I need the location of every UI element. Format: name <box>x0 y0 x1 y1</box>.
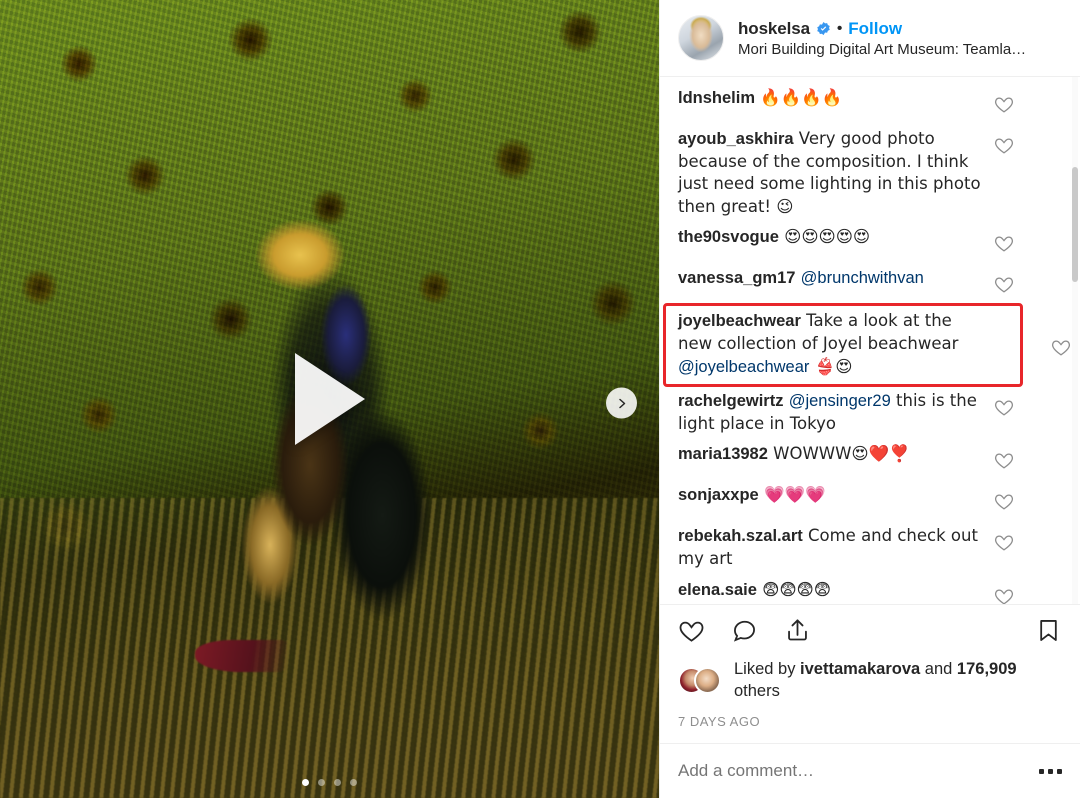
share-icon[interactable] <box>784 617 811 649</box>
comment-text: ayoub_askhira Very good photo because of… <box>678 128 993 218</box>
post-header: hoskelsa • Follow Mori Building Digital … <box>660 0 1080 76</box>
comment-text: rachelgewirtz @jensinger29 this is the l… <box>678 390 993 435</box>
likes-prefix: Liked by <box>734 660 801 679</box>
comment-username[interactable]: joyelbeachwear <box>678 312 801 330</box>
comment-body: 💗💗💗 <box>758 485 826 505</box>
comment-like-heart-icon[interactable] <box>993 93 1017 120</box>
comment-row[interactable]: elena.saie 😨😨😨😨 <box>660 575 1080 605</box>
comment-username[interactable]: ldnshelim <box>678 89 755 107</box>
comment-username[interactable]: the90svogue <box>678 228 779 246</box>
post-username[interactable]: hoskelsa <box>738 19 810 39</box>
likes-text: Liked by ivettamakarova and 176,909 othe… <box>734 659 1062 702</box>
instagram-post-page: hoskelsa • Follow Mori Building Digital … <box>0 0 1080 798</box>
add-comment-input[interactable] <box>678 761 1027 781</box>
comments-list[interactable]: ldnshelim 🔥🔥🔥🔥 ayoub_askhira Very good ph… <box>660 76 1080 605</box>
likes-count: 176,909 <box>956 660 1017 679</box>
comment-like-heart-icon[interactable] <box>993 273 1017 300</box>
post-header-line: hoskelsa • Follow <box>738 19 1026 39</box>
comment-like-heart-icon[interactable] <box>993 585 1017 605</box>
comment-like-heart-icon[interactable] <box>993 531 1017 558</box>
carousel-dot-4[interactable] <box>350 779 357 786</box>
post-actions: Liked by ivettamakarova and 176,909 othe… <box>660 604 1080 743</box>
likes-suffix: others <box>734 681 780 700</box>
post-side-panel: hoskelsa • Follow Mori Building Digital … <box>659 0 1080 798</box>
comment-like-heart-icon[interactable] <box>993 449 1017 476</box>
bookmark-icon[interactable] <box>1035 617 1062 649</box>
heart-icon[interactable] <box>678 617 705 649</box>
carousel-dot-1[interactable] <box>302 779 309 786</box>
comment-row[interactable]: maria13982 WOWWW😍❤️❣️ <box>660 439 1080 480</box>
comment-text: joyelbeachwear Take a look at the new co… <box>678 310 993 378</box>
comment-mention[interactable]: @joyelbeachwear <box>678 358 809 376</box>
comment-text: rebekah.szal.art Come and check out my a… <box>678 525 993 570</box>
comment-row[interactable]: sonjaxxpe 💗💗💗 <box>660 480 1080 521</box>
likes-middle: and <box>920 660 957 679</box>
follow-button[interactable]: Follow <box>848 19 902 39</box>
comment-text: maria13982 WOWWW😍❤️❣️ <box>678 443 993 466</box>
comment-text: elena.saie 😨😨😨😨 <box>678 579 993 602</box>
comment-mention[interactable]: @brunchwithvan <box>801 269 924 287</box>
comment-row[interactable]: rachelgewirtz @jensinger29 this is the l… <box>660 386 1080 439</box>
likes-row[interactable]: Liked by ivettamakarova and 176,909 othe… <box>678 649 1062 706</box>
comment-body: 🔥🔥🔥🔥 <box>755 88 843 107</box>
comment-text: sonjaxxpe 💗💗💗 <box>678 484 993 507</box>
action-icon-row <box>678 617 1062 649</box>
comment-row[interactable]: the90svogue 😍😍😍😍😍 <box>660 222 1080 263</box>
comment-row[interactable]: ayoub_askhira Very good photo because of… <box>660 124 1080 222</box>
comment-like-heart-icon[interactable] <box>993 490 1017 517</box>
comment-row[interactable]: vanessa_gm17 @brunchwithvan <box>660 263 1080 304</box>
add-comment-bar[interactable] <box>660 743 1080 798</box>
chevron-right-icon[interactable] <box>606 387 637 419</box>
header-separator: • <box>836 20 843 37</box>
liker-avatar-2 <box>694 666 721 694</box>
speech-bubble-icon[interactable] <box>731 617 758 649</box>
liker-username[interactable]: ivettamakarova <box>800 660 920 678</box>
comment-username[interactable]: elena.saie <box>678 581 757 599</box>
comment-username[interactable]: maria13982 <box>678 445 768 463</box>
comment-body: 😍😍😍😍😍 <box>778 227 871 247</box>
comment-trailing-text: 👙😍 <box>809 356 853 376</box>
comment-mention[interactable]: @jensinger29 <box>789 392 891 410</box>
comment-username[interactable]: ayoub_askhira <box>678 130 794 148</box>
liked-by-avatars <box>678 666 722 695</box>
comment-row[interactable]: ldnshelim 🔥🔥🔥🔥 <box>660 83 1080 124</box>
ellipsis-icon[interactable] <box>1027 768 1062 774</box>
carousel-dots <box>0 779 659 786</box>
comment-row[interactable]: rebekah.szal.art Come and check out my a… <box>660 521 1080 574</box>
comment-body: WOWWW😍❤️❣️ <box>767 444 910 464</box>
comment-username[interactable]: vanessa_gm17 <box>678 269 795 287</box>
play-icon[interactable] <box>294 353 365 445</box>
post-location[interactable]: Mori Building Digital Art Museum: Teamla… <box>738 41 1026 58</box>
comment-row-highlighted[interactable]: joyelbeachwear Take a look at the new co… <box>663 303 1071 388</box>
post-timestamp: 7 DAYS AGO <box>678 714 761 729</box>
comment-like-heart-icon[interactable] <box>993 232 1017 259</box>
artwork-figure <box>150 215 480 695</box>
comment-text: vanessa_gm17 @brunchwithvan <box>678 267 993 290</box>
verified-icon <box>816 21 831 36</box>
comment-like-heart-icon[interactable] <box>993 396 1017 423</box>
avatar[interactable] <box>678 15 724 61</box>
comment-body: 😨😨😨😨 <box>756 579 831 599</box>
comment-text: the90svogue 😍😍😍😍😍 <box>678 226 993 249</box>
comment-text: ldnshelim 🔥🔥🔥🔥 <box>678 87 993 110</box>
comment-username[interactable]: rebekah.szal.art <box>678 527 803 545</box>
carousel-dot-2[interactable] <box>318 779 325 786</box>
comment-username[interactable]: sonjaxxpe <box>678 486 759 504</box>
comment-like-heart-icon[interactable] <box>993 134 1017 161</box>
comment-username[interactable]: rachelgewirtz <box>678 392 783 410</box>
carousel-dot-3[interactable] <box>334 779 341 786</box>
post-media[interactable] <box>0 0 659 798</box>
post-header-text: hoskelsa • Follow Mori Building Digital … <box>738 19 1026 58</box>
artwork-shoe <box>195 640 287 672</box>
comment-like-heart-icon[interactable] <box>1050 336 1074 363</box>
